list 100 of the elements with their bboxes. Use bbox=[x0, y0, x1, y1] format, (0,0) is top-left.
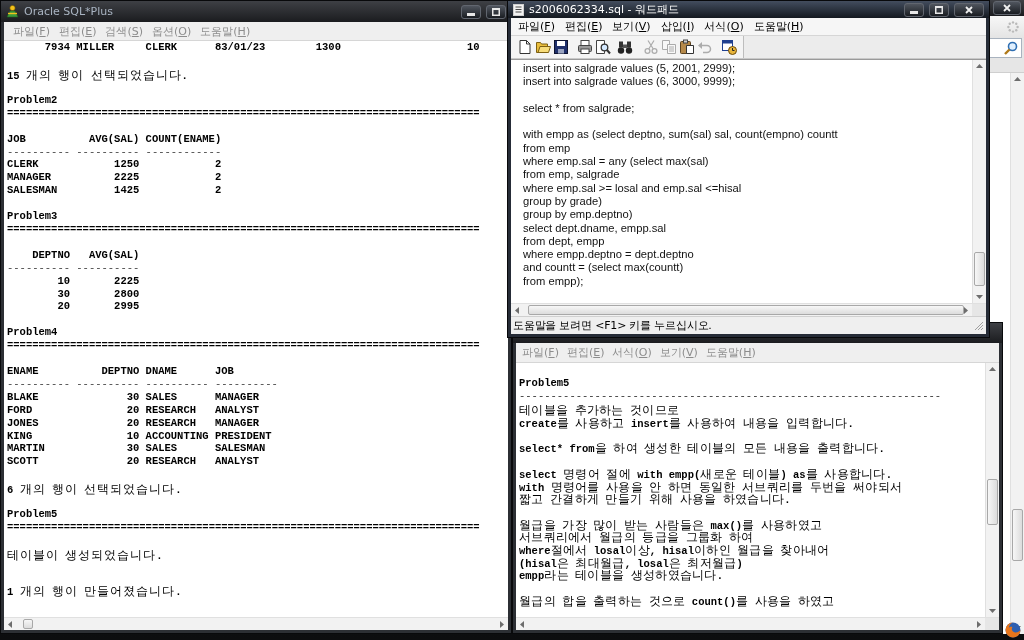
resize-grip-icon[interactable] bbox=[974, 320, 984, 331]
text-line: create를 사용하고 insert를 사용하여 내용을 입력합니다. bbox=[519, 416, 854, 428]
right-arrow-icon[interactable] bbox=[964, 306, 968, 314]
text-line: with 명령어를 사용을 안 하면 동일한 서브쿼리를 두번을 써야되서 bbox=[519, 479, 903, 492]
section-heading: Problem3 bbox=[7, 210, 58, 223]
menu-item[interactable]: 도움말(H) bbox=[753, 19, 804, 34]
table-cell: MANAGER bbox=[7, 171, 52, 185]
figure-icon bbox=[6, 5, 19, 18]
code-line: where emp.sal = any (select max(sal) bbox=[523, 155, 709, 169]
menu-item[interactable]: 삽입(I) bbox=[660, 19, 695, 34]
calendar-clock-icon[interactable] bbox=[721, 39, 737, 55]
menu-item[interactable]: 편집(E) bbox=[566, 345, 605, 360]
down-arrow-icon[interactable] bbox=[976, 295, 983, 299]
menu-item[interactable]: 옵션(O) bbox=[152, 23, 192, 39]
folder-icon[interactable] bbox=[535, 39, 551, 55]
table-cell: 2225 bbox=[114, 274, 140, 288]
table-cell: ANALYST bbox=[214, 455, 259, 469]
search-icon[interactable] bbox=[1004, 41, 1018, 55]
down-arrow-icon[interactable] bbox=[989, 609, 996, 613]
scrollbar-thumb[interactable] bbox=[23, 619, 33, 629]
menu-item[interactable]: 서식(O) bbox=[612, 345, 652, 360]
maximize-button[interactable] bbox=[486, 4, 506, 19]
right-arrow-icon[interactable] bbox=[977, 620, 981, 628]
column-rule: ---------- bbox=[214, 378, 278, 391]
clipboard-icon[interactable] bbox=[679, 39, 695, 55]
document-area[interactable] bbox=[511, 59, 986, 303]
globe-icon[interactable] bbox=[1005, 622, 1021, 638]
text-line: (hisal은 최대월급, losal은 최저월급) bbox=[519, 555, 743, 568]
scrollbar-thumb[interactable] bbox=[1012, 509, 1023, 561]
column-header: DNAME bbox=[145, 365, 178, 379]
text-line: 서브쿼리에서 월급의 등급을 그룹화 하여 bbox=[519, 530, 754, 542]
printer-icon[interactable] bbox=[577, 39, 593, 55]
up-arrow-icon[interactable] bbox=[976, 64, 983, 68]
table-cell: SALES bbox=[145, 390, 178, 404]
page-magnifier-icon[interactable] bbox=[595, 39, 611, 55]
close-button[interactable] bbox=[954, 2, 984, 17]
scrollbar-thumb[interactable] bbox=[987, 479, 998, 525]
section-heading: Problem5 bbox=[7, 508, 58, 522]
status-message: 15 개의 행이 선택되었습니다. bbox=[7, 66, 188, 81]
table-cell: BLAKE bbox=[7, 390, 39, 404]
menu-item[interactable]: 도움말(H) bbox=[200, 23, 251, 39]
table-cell: 1250 bbox=[114, 158, 140, 172]
left-arrow-icon[interactable] bbox=[8, 620, 12, 628]
menu-item[interactable]: 도움말(H) bbox=[705, 345, 756, 360]
up-arrow-icon[interactable] bbox=[989, 367, 996, 371]
vertical-scrollbar[interactable] bbox=[985, 363, 999, 617]
up-arrow-icon[interactable] bbox=[1014, 77, 1021, 81]
scrollbar-thumb[interactable] bbox=[974, 252, 985, 286]
menu-item[interactable]: 파일(F) bbox=[518, 19, 555, 34]
maximize-button[interactable] bbox=[929, 2, 949, 17]
table-cell: 10 bbox=[57, 274, 70, 288]
binoculars-icon[interactable] bbox=[617, 39, 633, 55]
menu-item[interactable]: 보기(V) bbox=[612, 19, 651, 34]
code-line: select * from salgrade; bbox=[523, 101, 635, 116]
close-button[interactable] bbox=[993, 1, 1021, 15]
code-line: from empp); bbox=[523, 274, 584, 289]
new-page-icon[interactable] bbox=[517, 39, 533, 55]
table-cell: 20 bbox=[126, 403, 140, 417]
table-cell: MARTIN bbox=[7, 442, 45, 456]
left-arrow-icon[interactable] bbox=[520, 620, 524, 628]
table-cell: 10 bbox=[126, 429, 140, 443]
code-line: where empp.deptno = dept.deptno bbox=[523, 248, 694, 262]
text-line: 월급의 합을 출력하는 것으로 count()를 사용을 하였고 bbox=[519, 592, 835, 606]
column-rule: ---------- bbox=[76, 378, 140, 391]
menu-item[interactable]: 편집(E) bbox=[564, 19, 603, 34]
column-header: ENAME bbox=[7, 365, 39, 379]
column-rule: ---------- bbox=[145, 378, 209, 391]
document-icon bbox=[513, 3, 524, 16]
column-header: AVG(SAL) bbox=[88, 248, 140, 262]
menu-item[interactable]: 파일(F) bbox=[13, 23, 50, 39]
code-line: insert into salgrade values (6, 3000, 9999); bbox=[523, 75, 736, 89]
menu-item[interactable]: 서식(O) bbox=[704, 19, 744, 34]
minimize-button[interactable] bbox=[904, 2, 924, 17]
vertical-scrollbar[interactable] bbox=[1010, 73, 1024, 634]
left-arrow-icon[interactable] bbox=[515, 306, 519, 314]
horizontal-scrollbar[interactable] bbox=[4, 617, 508, 630]
table-cell: 2 bbox=[214, 158, 222, 172]
text-area[interactable] bbox=[516, 363, 999, 617]
table-cell: 2225 bbox=[114, 171, 140, 185]
menu-item[interactable]: 편집(E) bbox=[58, 23, 97, 39]
scrollbar-thumb[interactable] bbox=[528, 305, 964, 315]
horizontal-scrollbar[interactable] bbox=[511, 303, 972, 316]
table-cell: 20 bbox=[126, 455, 140, 469]
column-header: COUNT(ENAME) bbox=[145, 132, 222, 146]
menu-item[interactable]: 파일(F) bbox=[522, 345, 559, 360]
table-cell: SALESMAN bbox=[214, 442, 266, 456]
menu-item[interactable]: 검색(S) bbox=[105, 23, 144, 39]
right-arrow-icon[interactable] bbox=[500, 620, 504, 628]
horizontal-scrollbar[interactable] bbox=[516, 617, 985, 630]
vertical-scrollbar[interactable] bbox=[972, 60, 986, 303]
code-line: insert into salgrade values (5, 2001, 2999); bbox=[523, 62, 736, 76]
table-cell: SALESMAN bbox=[7, 184, 58, 198]
minimize-button[interactable] bbox=[461, 4, 481, 19]
code-line: from dept, empp bbox=[523, 234, 605, 249]
text-line: where절에서 losal이상, hisal이하인 월급을 찾아내어 bbox=[519, 542, 830, 555]
section-heading: Problem4 bbox=[7, 326, 58, 340]
menu-item[interactable]: 보기(V) bbox=[659, 345, 698, 360]
table-cell: JONES bbox=[7, 416, 39, 430]
text-line: empp라는 테이블을 생성하였습니다. bbox=[519, 568, 724, 580]
window-title: s2006062334.sql - 워드패드 bbox=[529, 2, 679, 17]
